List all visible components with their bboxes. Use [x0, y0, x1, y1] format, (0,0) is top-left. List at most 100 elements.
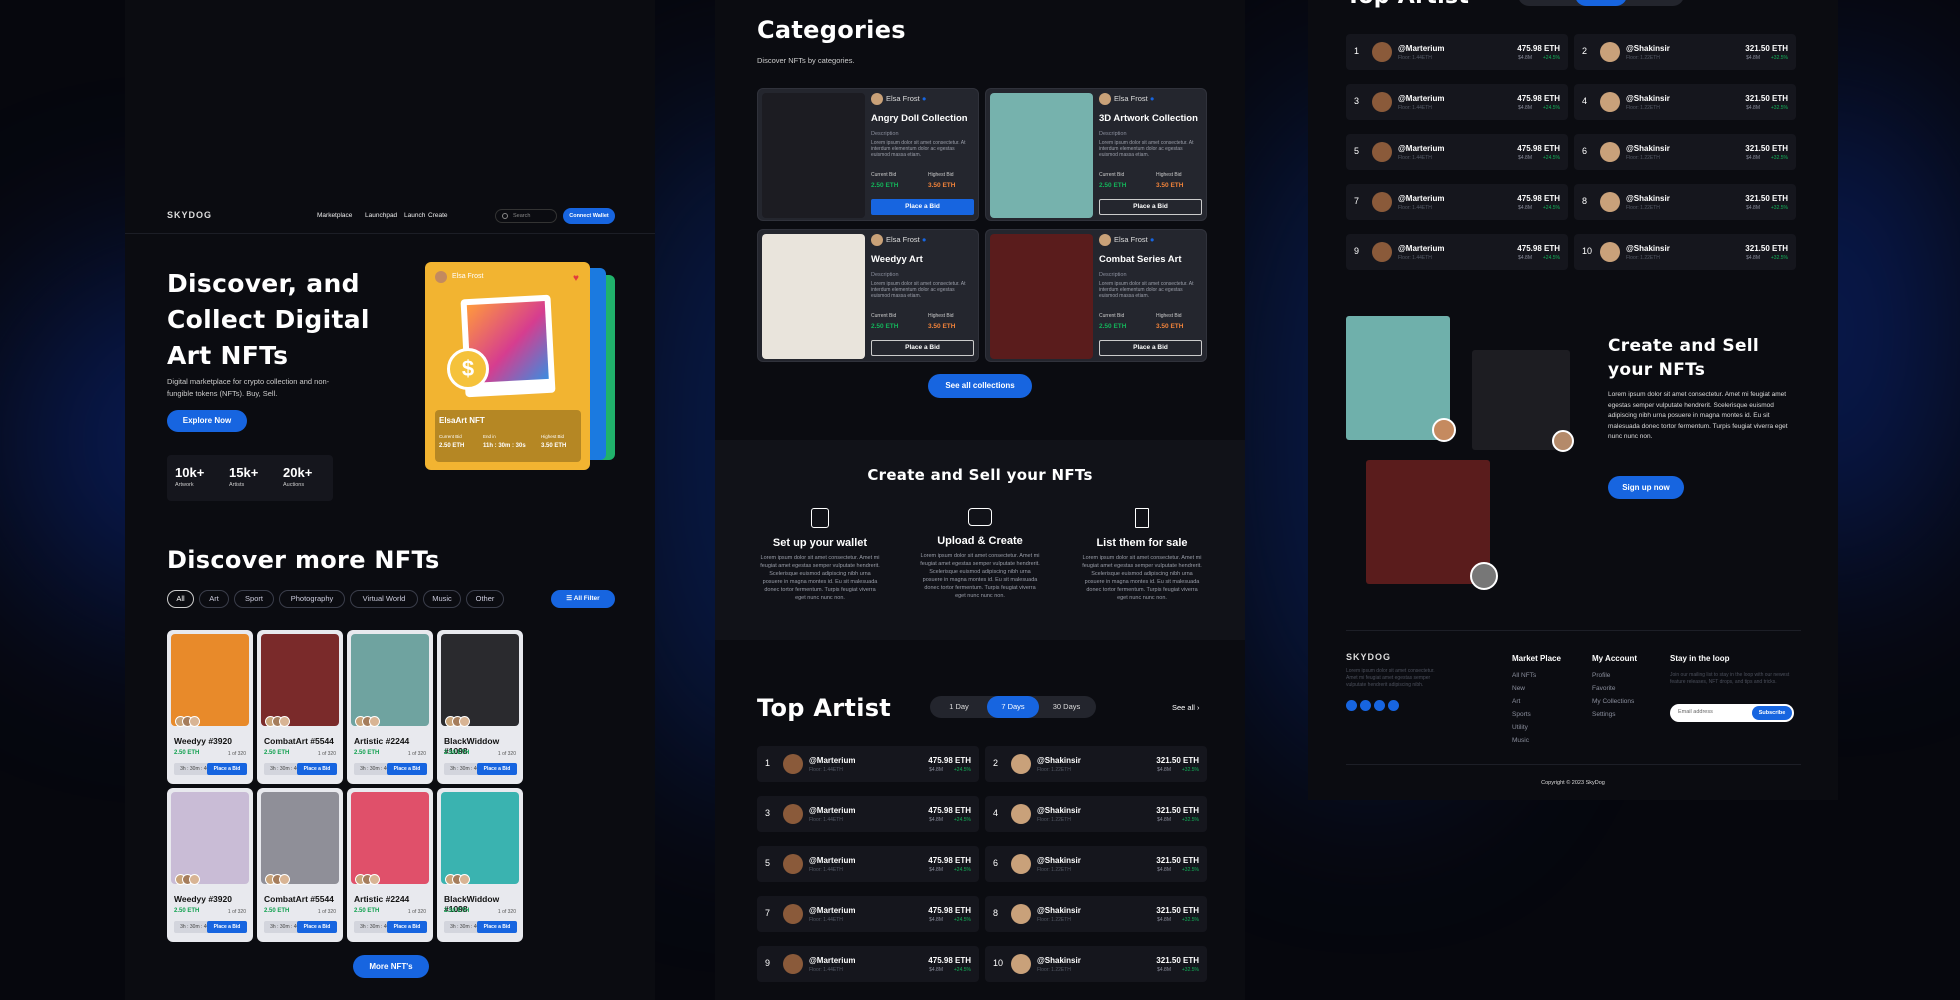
tab-7-days-2[interactable]: 7 Days [1575, 0, 1627, 6]
verified-icon: ● [1149, 93, 1155, 103]
place-bid-button[interactable]: Place a Bid [207, 763, 247, 775]
search-input[interactable]: Search [495, 209, 557, 223]
nav-launch[interactable]: Launch [404, 212, 425, 219]
nft-card[interactable]: Weedyy #3920 2.50 ETH 1 of 320 3h : 30m : 4… [167, 630, 253, 784]
more-nfts-button[interactable]: More NFT's [353, 955, 429, 978]
place-bid-button[interactable]: Place a Bid [207, 921, 247, 933]
footer-link[interactable]: Settings [1592, 711, 1616, 718]
avatar [871, 93, 883, 105]
category-card[interactable]: Elsa Frost ● Angry Doll Collection Descrip… [757, 88, 979, 221]
tab-30-days[interactable]: 30 Days [1041, 696, 1092, 718]
filter-other[interactable]: Other [466, 590, 504, 608]
artist-row[interactable]: 9 @Marterium Floor: 1.44ETH 475.98 ETH $4.8M… [1346, 234, 1568, 270]
nft-card[interactable]: Weedyy #3920 2.50 ETH 1 of 320 3h : 30m : 4… [167, 788, 253, 942]
footer-link[interactable]: All NFTs [1512, 672, 1536, 679]
footer-link[interactable]: Profile [1592, 672, 1610, 679]
artist-row[interactable]: 3 @Marterium Floor: 1.44ETH 475.98 ETH $4.8M… [757, 796, 979, 832]
artist-handle: @Shakinsir [1626, 144, 1670, 153]
connect-wallet-button[interactable]: Connect Wallet [563, 208, 615, 224]
artist-row[interactable]: 3 @Marterium Floor: 1.44ETH 475.98 ETH $4.8M… [1346, 84, 1568, 120]
filter-all[interactable]: All [167, 590, 194, 608]
place-bid-button[interactable]: Place a Bid [387, 921, 427, 933]
place-bid-button[interactable]: Place a Bid [477, 763, 517, 775]
place-bid-button[interactable]: Place a Bid [1099, 199, 1202, 215]
nft-edition: 1 of 320 [227, 751, 246, 757]
footer-link[interactable]: Art [1512, 698, 1520, 705]
all-filter-button[interactable]: ☰ All Filter [551, 590, 615, 608]
footer-link[interactable]: My Collections [1592, 698, 1634, 705]
footer-link[interactable]: Music [1512, 737, 1529, 744]
tab-1-day-2[interactable]: 1 Day [1522, 0, 1572, 6]
footer-link[interactable]: Sports [1512, 711, 1531, 718]
linkedin-icon[interactable] [1374, 700, 1385, 711]
artist-row[interactable]: 1 @Marterium Floor: 1.44ETH 475.98 ETH $4.8M… [757, 746, 979, 782]
categories-subtitle: Discover NFTs by categories. [757, 56, 855, 65]
artist-floor: Floor: 1.22ETH [1626, 105, 1660, 111]
artist-row[interactable]: 7 @Marterium Floor: 1.44ETH 475.98 ETH $4.8M… [757, 896, 979, 932]
place-bid-button[interactable]: Place a Bid [297, 921, 337, 933]
artist-row[interactable]: 8 @Shakinsir Floor: 1.22ETH 321.50 ETH $4.8M… [985, 896, 1207, 932]
nft-card[interactable]: BlackWiddow #1098 2.50 ETH 1 of 320 3h : 30… [437, 788, 523, 942]
artist-row[interactable]: 4 @Shakinsir Floor: 1.22ETH 321.50 ETH $4.8M… [985, 796, 1207, 832]
filter-music[interactable]: Music [423, 590, 461, 608]
artist-row[interactable]: 7 @Marterium Floor: 1.44ETH 475.98 ETH $4.8M… [1346, 184, 1568, 220]
nft-card[interactable]: CombatArt #5544 2.50 ETH 1 of 320 3h : 30m … [257, 630, 343, 784]
category-card[interactable]: Elsa Frost ● Combat Series Art Description… [985, 229, 1207, 362]
place-bid-button[interactable]: Place a Bid [387, 763, 427, 775]
owner-avatars [445, 716, 475, 728]
artist-row[interactable]: 5 @Marterium Floor: 1.44ETH 475.98 ETH $4.8M… [757, 846, 979, 882]
category-card[interactable]: Elsa Frost ● Weedyy Art Description Lorem i… [757, 229, 979, 362]
tab-30-days-2[interactable]: 30 Days [1629, 0, 1680, 6]
artist-row[interactable]: 8 @Shakinsir Floor: 1.22ETH 321.50 ETH $4.8M… [1574, 184, 1796, 220]
place-bid-button[interactable]: Place a Bid [871, 199, 974, 215]
nft-card[interactable]: CombatArt #5544 2.50 ETH 1 of 320 3h : 30m … [257, 788, 343, 942]
artist-rank: 6 [993, 858, 999, 868]
category-card[interactable]: Elsa Frost ● 3D Artwork Collection Descrip… [985, 88, 1207, 221]
email-input[interactable]: Email address [1678, 709, 1713, 715]
featured-nft-card[interactable]: Elsa Frost ♥ $ ElsaArt NFT Current Bid 2… [425, 262, 590, 470]
logo[interactable]: SKYDOG [167, 210, 212, 220]
nav-launchpad[interactable]: Launchpad [365, 212, 397, 219]
footer-link[interactable]: Utility [1512, 724, 1528, 731]
nav-create[interactable]: Create [428, 212, 448, 219]
facebook-icon[interactable] [1346, 700, 1357, 711]
artist-floor: Floor: 1.44ETH [809, 817, 843, 823]
place-bid-button[interactable]: Place a Bid [477, 921, 517, 933]
tab-7-days[interactable]: 7 Days [987, 696, 1039, 718]
artist-row[interactable]: 6 @Shakinsir Floor: 1.22ETH 321.50 ETH $4.8M… [985, 846, 1207, 882]
tab-1-day[interactable]: 1 Day [934, 696, 984, 718]
instagram-icon[interactable] [1360, 700, 1371, 711]
see-all-collections-button[interactable]: See all collections [928, 374, 1032, 398]
filter-photography[interactable]: Photography [279, 590, 345, 608]
artist-row[interactable]: 4 @Shakinsir Floor: 1.22ETH 321.50 ETH $4.8M… [1574, 84, 1796, 120]
artist-row[interactable]: 1 @Marterium Floor: 1.44ETH 475.98 ETH $4.8M… [1346, 34, 1568, 70]
heart-icon[interactable]: ♥ [573, 273, 579, 284]
artist-row[interactable]: 10 @Shakinsir Floor: 1.22ETH 321.50 ETH $4.8… [985, 946, 1207, 982]
nft-card[interactable]: Artistic #2244 2.50 ETH 1 of 320 3h : 30m :… [347, 788, 433, 942]
filter-virtual-world[interactable]: Virtual World [350, 590, 418, 608]
artist-row[interactable]: 2 @Shakinsir Floor: 1.22ETH 321.50 ETH $4.8M… [985, 746, 1207, 782]
nft-card[interactable]: BlackWiddow #1098 2.50 ETH 1 of 320 3h : 30… [437, 630, 523, 784]
artist-row[interactable]: 6 @Shakinsir Floor: 1.22ETH 321.50 ETH $4.8M… [1574, 134, 1796, 170]
artist-row[interactable]: 2 @Shakinsir Floor: 1.22ETH 321.50 ETH $4.8M… [1574, 34, 1796, 70]
subscribe-button[interactable]: Subscribe [1752, 706, 1792, 720]
explore-now-button[interactable]: Explore Now [167, 410, 247, 432]
twitter-icon[interactable] [1388, 700, 1399, 711]
footer-link[interactable]: Favorite [1592, 685, 1615, 692]
artist-row[interactable]: 10 @Shakinsir Floor: 1.22ETH 321.50 ETH $4.8… [1574, 234, 1796, 270]
nft-card[interactable]: Artistic #2244 2.50 ETH 1 of 320 3h : 30m :… [347, 630, 433, 784]
footer-logo[interactable]: SKYDOG [1346, 652, 1391, 662]
see-all-link[interactable]: See all › [1172, 703, 1200, 712]
place-bid-button[interactable]: Place a Bid [297, 763, 337, 775]
footer-link[interactable]: New [1512, 685, 1525, 692]
artist-row[interactable]: 9 @Marterium Floor: 1.44ETH 475.98 ETH $4.8M… [757, 946, 979, 982]
filter-sport[interactable]: Sport [234, 590, 274, 608]
see-all-label: See all [1172, 703, 1195, 712]
sign-up-button[interactable]: Sign up now [1608, 476, 1684, 499]
artist-volume-eth: 321.50 ETH [1745, 44, 1788, 53]
artist-row[interactable]: 5 @Marterium Floor: 1.44ETH 475.98 ETH $4.8M… [1346, 134, 1568, 170]
nav-marketplace[interactable]: Marketplace [317, 212, 352, 219]
filter-art[interactable]: Art [199, 590, 229, 608]
place-bid-button[interactable]: Place a Bid [871, 340, 974, 356]
place-bid-button[interactable]: Place a Bid [1099, 340, 1202, 356]
